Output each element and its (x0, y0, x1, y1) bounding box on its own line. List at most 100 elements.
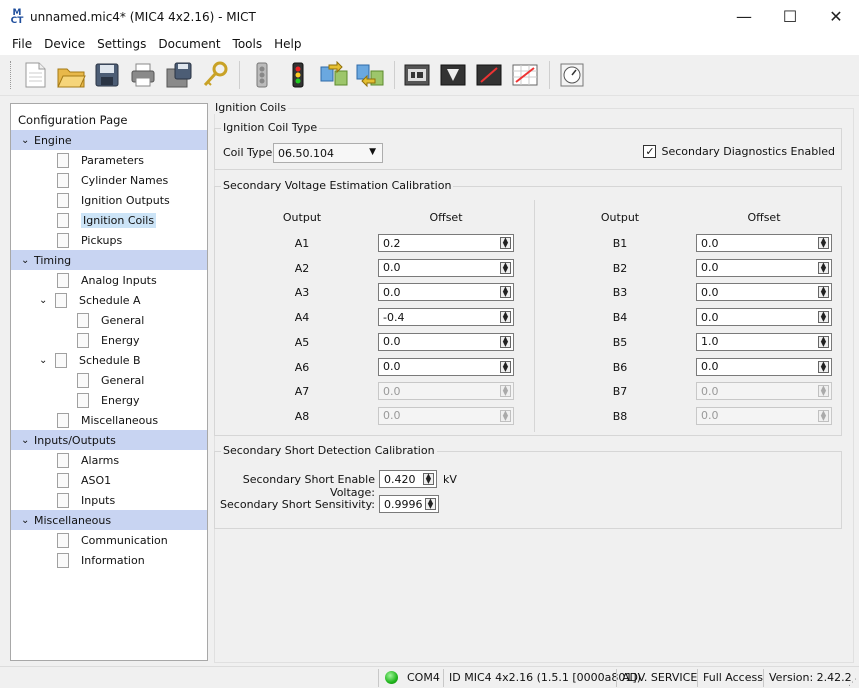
tree-item-label: Engine (34, 133, 72, 147)
spin-arrows-icon[interactable]: ▲ ▼ (500, 237, 511, 249)
tree-item-pickups[interactable]: Pickups (11, 230, 207, 250)
toolbar-grip[interactable] (10, 61, 13, 89)
disconnected-icon[interactable] (246, 59, 278, 91)
minimize-button[interactable]: — (721, 0, 767, 33)
spin-arrows-icon[interactable]: ▲ ▼ (500, 360, 511, 373)
coil-type-label: Coil Type: (223, 146, 276, 159)
chevron-down-icon[interactable]: ⌄ (21, 135, 34, 146)
tree-item-ignition-coils[interactable]: Ignition Coils (11, 210, 207, 230)
status-separator (378, 669, 379, 687)
tree-item-schedule-b[interactable]: ⌄ Schedule B (11, 350, 207, 370)
offset-input-a2[interactable]: 0.0 ▲ ▼ (378, 258, 514, 277)
monitor-icon[interactable] (401, 59, 433, 91)
offset-input-b3[interactable]: 0.0 ▲ ▼ (696, 283, 832, 302)
menu-help[interactable]: Help (274, 37, 301, 51)
offset-column-header: Offset (747, 211, 781, 224)
offset-input-a1[interactable]: 0.2 ▲ ▼ (378, 234, 514, 252)
coil-type-select[interactable]: 06.50.104 ▼ (273, 143, 383, 163)
upload-icon[interactable] (318, 59, 350, 91)
tree-item-information[interactable]: Information (11, 550, 207, 570)
chart-icon[interactable] (509, 59, 541, 91)
spin-arrows-icon: ▲ ▼ (500, 409, 511, 422)
spin-arrows-icon[interactable]: ▲ ▼ (818, 311, 829, 324)
tree-category-miscellaneous[interactable]: ⌄ Miscellaneous (11, 510, 207, 530)
terminal-icon[interactable] (437, 59, 469, 91)
print-icon[interactable] (127, 59, 159, 91)
page-icon (77, 332, 89, 348)
spin-arrows-icon[interactable]: ▲ ▼ (818, 237, 829, 249)
chevron-down-icon[interactable]: ⌄ (21, 435, 34, 446)
page-icon (57, 272, 69, 288)
tree-item-general[interactable]: General (11, 370, 207, 390)
offset-input-b5[interactable]: 1.0 ▲ ▼ (696, 332, 832, 351)
menu-document[interactable]: Document (158, 37, 220, 51)
tree-item-energy[interactable]: Energy (11, 330, 207, 350)
tree-item-communication[interactable]: Communication (11, 530, 207, 550)
offset-value: 0.0 (383, 261, 401, 275)
offset-input-b4[interactable]: 0.0 ▲ ▼ (696, 308, 832, 327)
offset-input-a4[interactable]: -0.4 ▲ ▼ (378, 308, 514, 327)
output-label: B3 (612, 286, 628, 300)
menu-settings[interactable]: Settings (97, 37, 146, 51)
spin-arrows-icon[interactable]: ▲ ▼ (818, 360, 829, 373)
page-icon (57, 532, 69, 548)
chevron-down-icon[interactable]: ⌄ (21, 255, 34, 266)
offset-value: 0.0 (383, 285, 401, 299)
offset-input-b1[interactable]: 0.0 ▲ ▼ (696, 234, 832, 252)
key-icon[interactable] (199, 59, 231, 91)
offset-input-a3[interactable]: 0.0 ▲ ▼ (378, 283, 514, 302)
offset-input-a6[interactable]: 0.0 ▲ ▼ (378, 357, 514, 376)
download-icon[interactable] (354, 59, 386, 91)
tree-item-schedule-a[interactable]: ⌄ Schedule A (11, 290, 207, 310)
short-sensitivity-label: Secondary Short Sensitivity: (220, 498, 375, 511)
short-sensitivity-input[interactable]: 0.9996 ▲ ▼ (379, 495, 439, 513)
tree-category-inputs-outputs[interactable]: ⌄ Inputs/Outputs (11, 430, 207, 450)
tree-item-miscellaneous[interactable]: Miscellaneous (11, 410, 207, 430)
new-doc-icon[interactable] (19, 59, 51, 91)
menu-device[interactable]: Device (44, 37, 85, 51)
spin-arrows-icon[interactable]: ▲ ▼ (500, 335, 511, 348)
save-icon[interactable] (91, 59, 123, 91)
maximize-button[interactable]: ☐ (767, 0, 813, 33)
tree-item-alarms[interactable]: Alarms (11, 450, 207, 470)
spin-arrows-icon[interactable]: ▲ ▼ (500, 286, 511, 299)
menu-tools[interactable]: Tools (233, 37, 263, 51)
tree-item-inputs[interactable]: Inputs (11, 490, 207, 510)
tree-category-engine[interactable]: ⌄ Engine (11, 130, 207, 150)
tree-item-ignition-outputs[interactable]: Ignition Outputs (11, 190, 207, 210)
offset-input-b6[interactable]: 0.0 ▲ ▼ (696, 357, 832, 376)
tree-category-timing[interactable]: ⌄ Timing (11, 250, 207, 270)
spin-arrows-icon[interactable]: ▲ ▼ (500, 311, 511, 324)
short-enable-voltage-value: 0.420 (384, 472, 416, 486)
spin-arrows-icon[interactable]: ▲ ▼ (818, 261, 829, 274)
tree-item-energy[interactable]: Energy (11, 390, 207, 410)
tree-item-general[interactable]: General (11, 310, 207, 330)
connected-icon[interactable] (282, 59, 314, 91)
offset-input-b2[interactable]: 0.0 ▲ ▼ (696, 258, 832, 277)
save-device-icon[interactable] (163, 59, 195, 91)
oscilloscope-icon[interactable] (473, 59, 505, 91)
menu-file[interactable]: File (12, 37, 32, 51)
secondary-diagnostics-checkbox[interactable]: ✓ Secondary Diagnostics Enabled (643, 145, 835, 158)
spin-arrows-icon[interactable]: ▲ ▼ (818, 286, 829, 299)
spin-arrows-icon[interactable]: ▲ ▼ (818, 335, 829, 348)
tree-item-cylinder-names[interactable]: Cylinder Names (11, 170, 207, 190)
tree-item-parameters[interactable]: Parameters (11, 150, 207, 170)
tree-item-aso1[interactable]: ASO1 (11, 470, 207, 490)
coil-type-value: 06.50.104 (278, 146, 334, 160)
tree-item-analog-inputs[interactable]: Analog Inputs (11, 270, 207, 290)
chevron-down-icon[interactable]: ⌄ (39, 355, 55, 366)
configuration-tree[interactable]: Configuration Page ⌄ Engine Parameters Cyli… (10, 103, 208, 661)
tree-item-label: Schedule A (79, 293, 141, 307)
close-button[interactable]: ✕ (813, 0, 859, 33)
short-enable-voltage-input[interactable]: 0.420 ▲ ▼ (379, 470, 437, 488)
open-folder-icon[interactable] (55, 59, 87, 91)
resize-grip-icon[interactable]: ⋰ (848, 678, 857, 688)
spin-arrows-icon[interactable]: ▲ ▼ (425, 498, 436, 510)
chevron-down-icon[interactable]: ⌄ (39, 295, 55, 306)
gauge-icon[interactable] (556, 59, 588, 91)
chevron-down-icon[interactable]: ⌄ (21, 515, 34, 526)
spin-arrows-icon[interactable]: ▲ ▼ (500, 261, 511, 274)
spin-arrows-icon[interactable]: ▲ ▼ (423, 473, 434, 485)
offset-input-a5[interactable]: 0.0 ▲ ▼ (378, 332, 514, 351)
